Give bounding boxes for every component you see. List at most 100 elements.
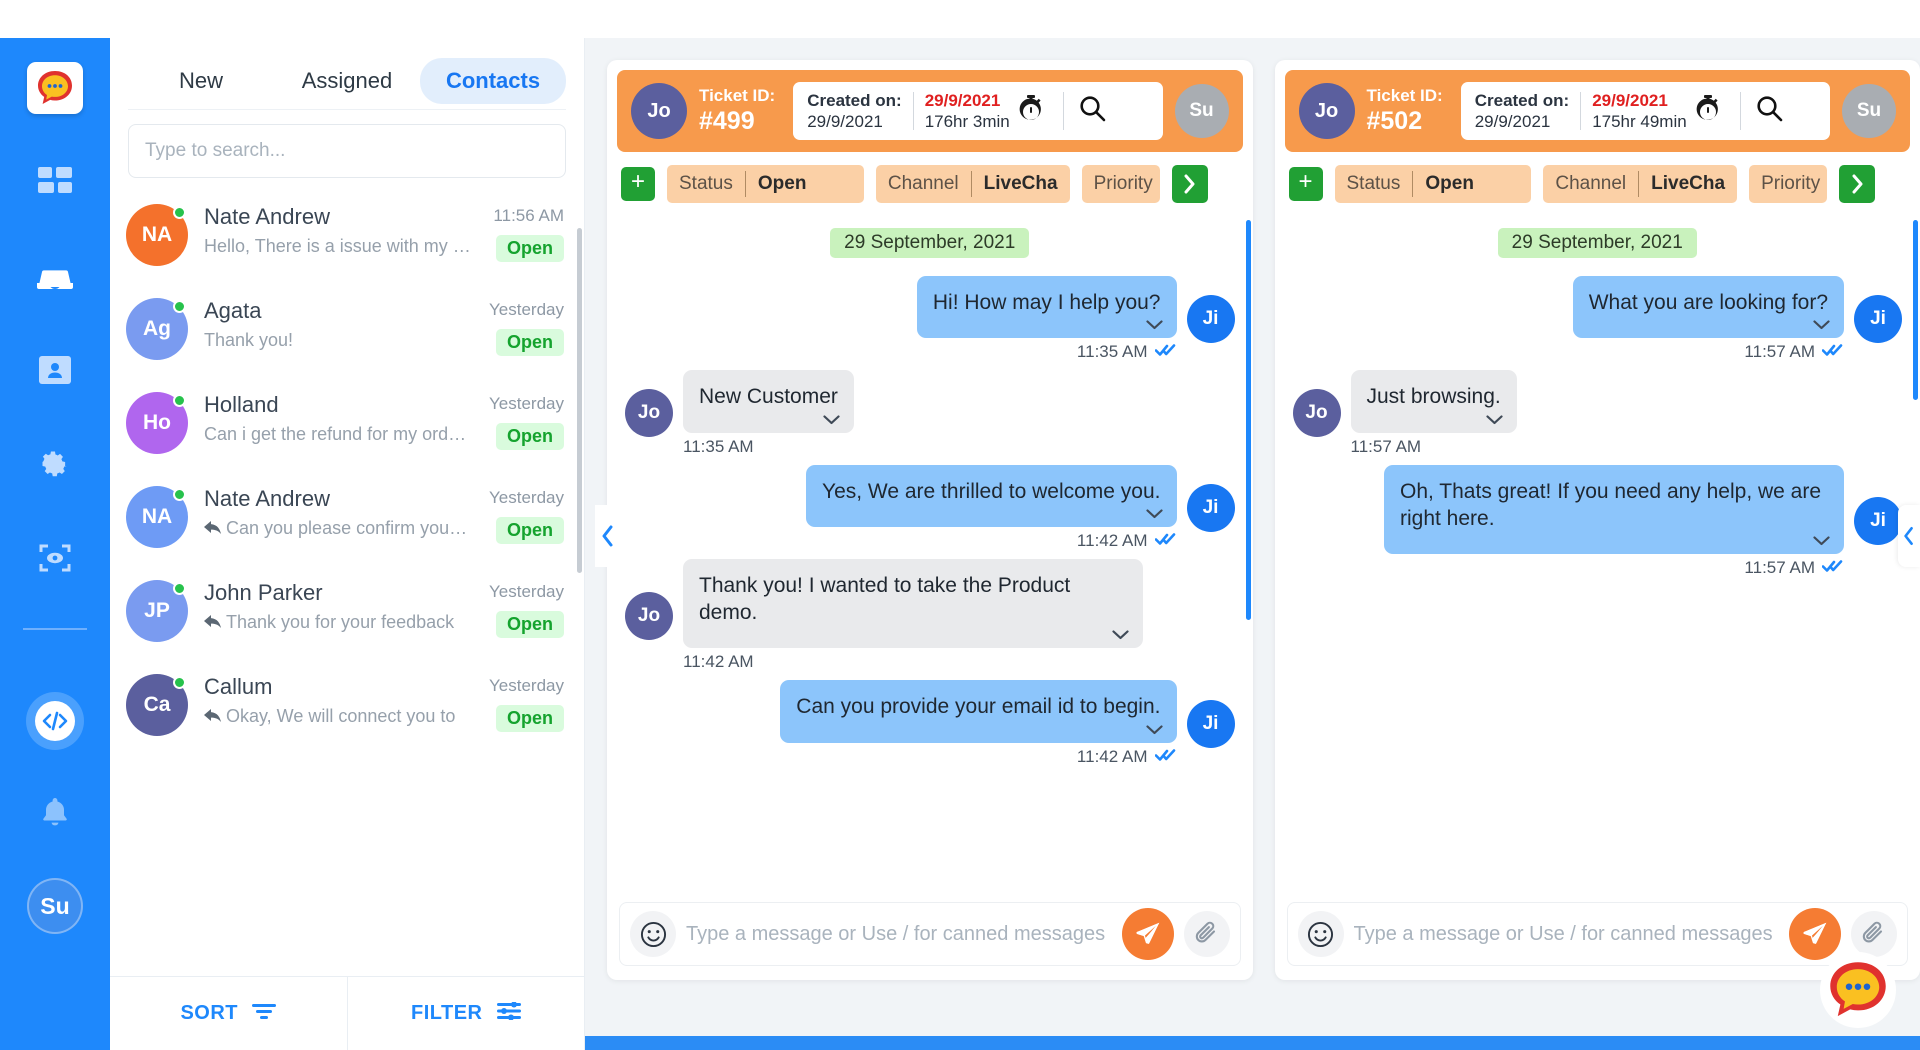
sort-icon: [252, 1002, 277, 1025]
contacts-search[interactable]: [128, 124, 566, 178]
next-tags-button[interactable]: [1171, 165, 1208, 203]
priority-tag[interactable]: Priority: [1081, 165, 1160, 203]
list-item[interactable]: NA Nate Andrew Can you please confirm you……: [110, 470, 584, 564]
sort-button[interactable]: SORT: [110, 977, 348, 1050]
message-composer: [619, 902, 1241, 966]
add-tag-button[interactable]: +: [1288, 167, 1323, 201]
send-button[interactable]: [1121, 908, 1174, 960]
sidebar-item-inbox[interactable]: [29, 250, 81, 302]
date-separator: 29 September, 2021: [830, 228, 1030, 258]
inbox-icon: [37, 263, 73, 289]
list-item[interactable]: NA Nate Andrew Hello, There is a issue wit…: [110, 188, 584, 282]
chevron-down-icon[interactable]: [1145, 318, 1163, 334]
message-bubble-outgoing[interactable]: Can you provide your email id to begin.: [780, 680, 1177, 743]
created-on-date: 29/9/2021: [1474, 112, 1551, 131]
status-badge: Open: [495, 517, 564, 544]
message-bubble-incoming[interactable]: New Customer: [683, 370, 854, 433]
paperclip-icon[interactable]: [1183, 911, 1230, 957]
message-bubble-outgoing[interactable]: Hi! How may I help you?: [916, 276, 1177, 339]
sidebar-item-contacts[interactable]: [29, 344, 81, 396]
send-button[interactable]: [1789, 908, 1841, 960]
message-bubble-outgoing[interactable]: Yes, We are thrilled to welcome you.: [805, 464, 1177, 527]
message-bubble-incoming[interactable]: Thank you! I wanted to take the Product …: [683, 558, 1143, 649]
elapsed-time: 176hr 3min: [924, 112, 1010, 131]
sidebar-item-code[interactable]: [26, 692, 84, 750]
search-icon[interactable]: [1079, 95, 1106, 127]
reply-arrow-icon: [204, 707, 221, 726]
chat-widget-fab[interactable]: [1820, 952, 1896, 1028]
tab-new[interactable]: New: [128, 58, 274, 104]
chevron-down-icon[interactable]: [1112, 628, 1129, 644]
sidebar-item-dashboard[interactable]: [29, 156, 81, 208]
list-item[interactable]: JP John Parker Thank you for your feedback…: [110, 564, 584, 658]
ticket-meta-box: Created on: 29/9/2021 29/9/2021 176hr 3min: [793, 82, 1163, 140]
assigned-agent-avatar[interactable]: Su: [1842, 84, 1896, 138]
message-row: What you are looking for? 11:57 AM Ji: [1293, 276, 1902, 362]
paperclip-icon[interactable]: [1851, 911, 1897, 957]
status-tag[interactable]: Status Open: [667, 165, 864, 203]
chat-area: Jo Ticket ID: #499 Created on: 29/9/2021 29/9…: [585, 38, 1920, 1050]
message-avatar: Ji: [1186, 699, 1235, 748]
message-bubble-outgoing[interactable]: Oh, Thats great! If you need any help, w…: [1384, 464, 1844, 555]
channel-tag[interactable]: Channel LiveCha: [875, 165, 1070, 203]
online-status-dot: [173, 582, 186, 595]
channel-tag[interactable]: Channel LiveCha: [1543, 165, 1738, 203]
grid-icon: [38, 167, 72, 197]
chevron-down-icon[interactable]: [1813, 534, 1830, 550]
messages-scrollbar[interactable]: [1913, 220, 1918, 400]
chevron-down-icon[interactable]: [1813, 318, 1830, 334]
stopwatch-icon[interactable]: [1695, 94, 1721, 128]
sidebar-item-notifications[interactable]: [29, 788, 81, 840]
message-input[interactable]: [1353, 922, 1779, 946]
chevron-down-icon[interactable]: [1486, 413, 1503, 429]
message-avatar: Jo: [1292, 389, 1341, 438]
ticket-id-label: Ticket ID:: [699, 85, 776, 105]
message-timestamp: 11:57 AM: [1744, 342, 1815, 362]
divider: [1580, 92, 1582, 130]
app-logo[interactable]: [27, 62, 83, 114]
message-row: Yes, We are thrilled to welcome you. 11:4…: [625, 464, 1235, 551]
avatar: NA: [126, 204, 188, 266]
collapse-contacts-button[interactable]: [595, 505, 621, 567]
status-tag-value: Open: [1425, 173, 1474, 194]
online-status-dot: [173, 488, 186, 501]
message-bubble-outgoing[interactable]: What you are looking for?: [1572, 276, 1844, 339]
priority-tag[interactable]: Priority: [1749, 165, 1828, 203]
code-icon: [35, 701, 75, 741]
search-icon[interactable]: [1756, 95, 1783, 127]
message-avatar: Ji: [1854, 295, 1902, 344]
sidebar-item-monitor[interactable]: [29, 532, 81, 584]
messages-scrollbar[interactable]: [1245, 220, 1251, 620]
stopwatch-icon[interactable]: [1018, 94, 1044, 128]
contact-preview: Can i get the refund for my ord…: [204, 424, 467, 444]
collapse-right-panel-button[interactable]: [1898, 505, 1920, 567]
next-tags-button[interactable]: [1839, 165, 1876, 203]
sidebar-user-avatar[interactable]: Su: [27, 878, 83, 934]
sidebar-item-settings[interactable]: [29, 438, 81, 490]
message-row: Jo Just browsing. 11:57 AM: [1292, 370, 1903, 456]
bottom-progress-bar: [585, 1036, 1920, 1050]
assigned-agent-avatar[interactable]: Su: [1174, 84, 1229, 138]
chevron-down-icon[interactable]: [1145, 723, 1163, 739]
search-input[interactable]: [129, 125, 565, 177]
chevron-down-icon[interactable]: [823, 413, 840, 429]
list-item[interactable]: Ag Agata Thank you! Yesterday Open: [110, 282, 584, 376]
add-tag-button[interactable]: +: [621, 167, 655, 201]
tab-assigned[interactable]: Assigned: [274, 58, 420, 104]
chevron-down-icon[interactable]: [1145, 507, 1163, 523]
tab-contacts[interactable]: Contacts: [420, 57, 566, 104]
list-item[interactable]: Ca Callum Okay, We will connect you to Yest…: [110, 658, 584, 752]
contacts-scrollbar[interactable]: [577, 228, 582, 573]
status-badge: Open: [495, 705, 564, 732]
emoji-icon[interactable]: [1297, 911, 1344, 957]
emoji-icon[interactable]: [630, 911, 676, 957]
message-input[interactable]: [686, 922, 1112, 946]
channel-tag-value: LiveCha: [983, 173, 1058, 194]
contact-preview: Thank you!: [204, 330, 294, 350]
contact-card-icon: [39, 356, 71, 384]
status-tag[interactable]: Status Open: [1334, 165, 1532, 203]
message-bubble-incoming[interactable]: Just browsing.: [1350, 370, 1517, 433]
status-tag-key: Status: [1346, 173, 1401, 194]
filter-button[interactable]: FILTER: [348, 977, 585, 1050]
list-item[interactable]: Ho Holland Can i get the refund for my ord…: [110, 376, 584, 470]
